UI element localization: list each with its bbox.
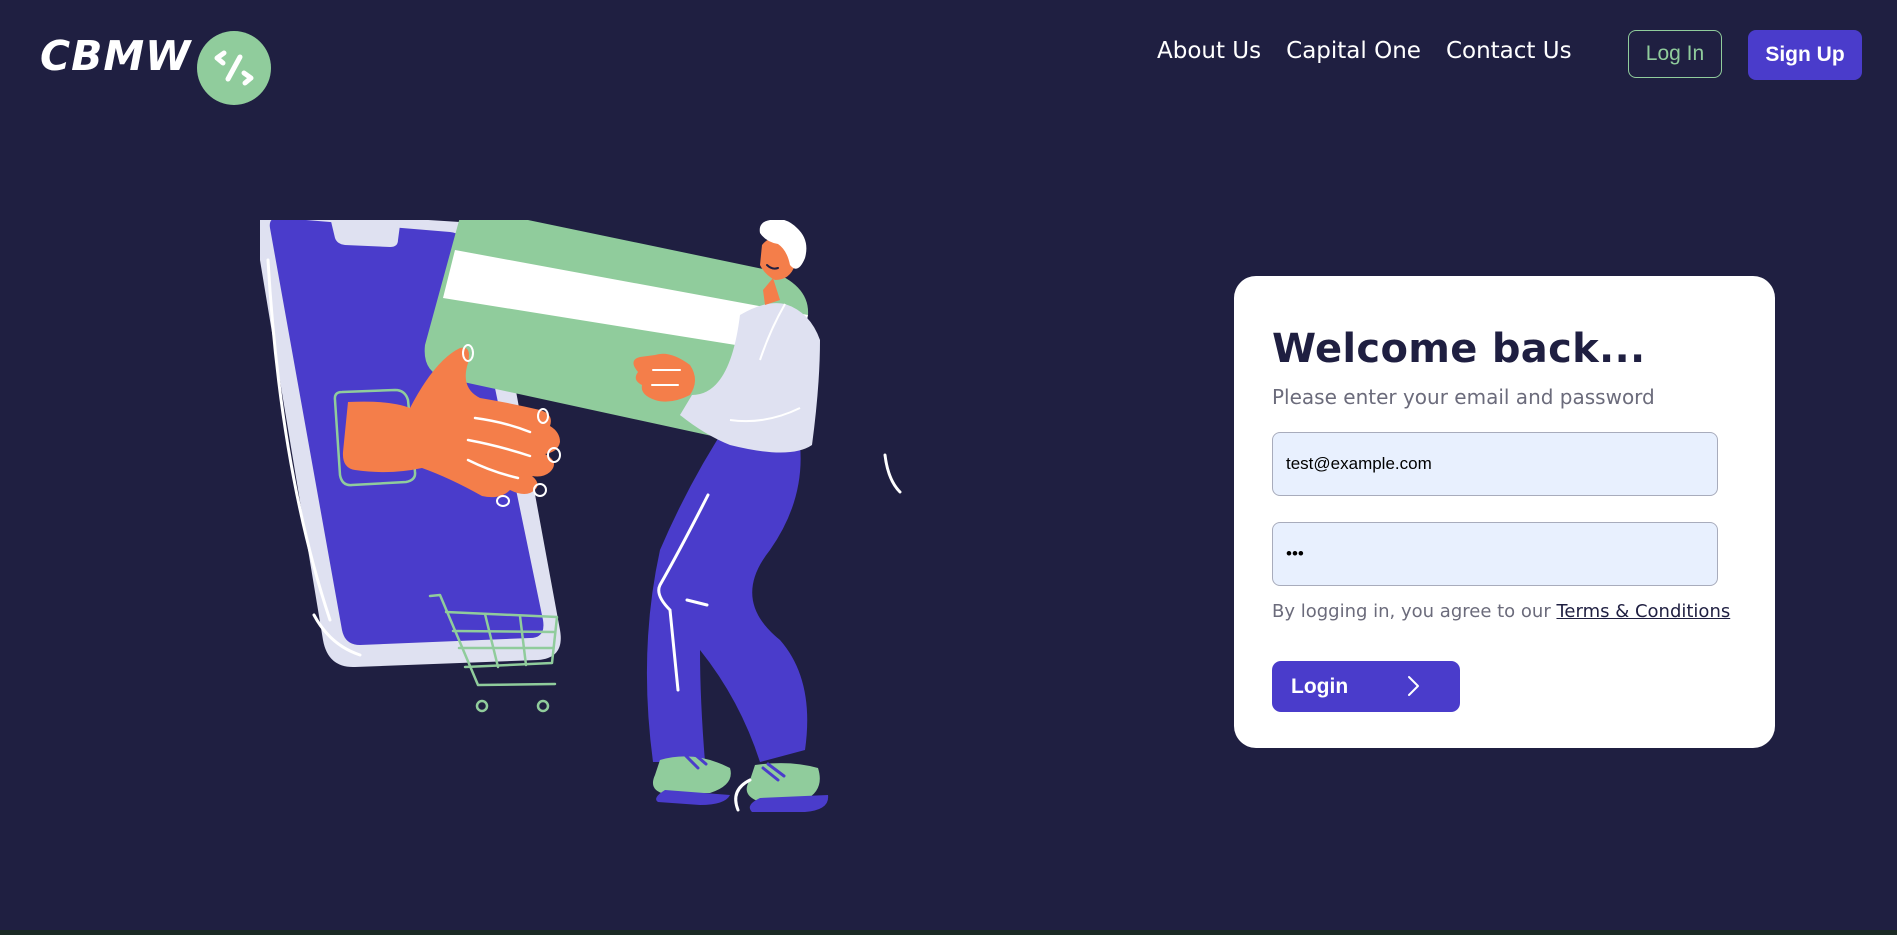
login-submit-button[interactable]: Login xyxy=(1272,661,1460,712)
terms-prefix: By logging in, you agree to our xyxy=(1272,601,1557,622)
hero-illustration xyxy=(260,220,902,812)
page: CBMW About Us Capital One Contact Us Log… xyxy=(0,0,1897,935)
terms-notice: By logging in, you agree to our Terms & … xyxy=(1272,601,1730,622)
login-card: Welcome back... Please enter your email … xyxy=(1234,276,1775,748)
nav-login-button[interactable]: Log In xyxy=(1628,30,1722,78)
login-submit-label: Login xyxy=(1291,674,1349,698)
login-subtitle: Please enter your email and password xyxy=(1272,385,1655,409)
nav-signup-button[interactable]: Sign Up xyxy=(1748,30,1862,80)
main-nav: About Us Capital One Contact Us xyxy=(1157,38,1597,64)
bottom-strip xyxy=(0,930,1897,935)
terms-link[interactable]: Terms & Conditions xyxy=(1556,601,1730,622)
nav-link-capital-one[interactable]: Capital One xyxy=(1286,38,1421,64)
phone-notch xyxy=(330,220,400,247)
nav-link-contact-us[interactable]: Contact Us xyxy=(1446,38,1572,64)
login-title: Welcome back... xyxy=(1272,326,1646,372)
brand-logo[interactable]: CBMW xyxy=(40,31,271,105)
percent-icon xyxy=(197,31,271,105)
nav-link-about-us[interactable]: About Us xyxy=(1157,38,1261,64)
chevron-right-icon xyxy=(1408,676,1419,696)
password-input[interactable] xyxy=(1272,522,1718,586)
email-input[interactable] xyxy=(1272,432,1718,496)
brand-name: CBMW xyxy=(40,32,192,80)
